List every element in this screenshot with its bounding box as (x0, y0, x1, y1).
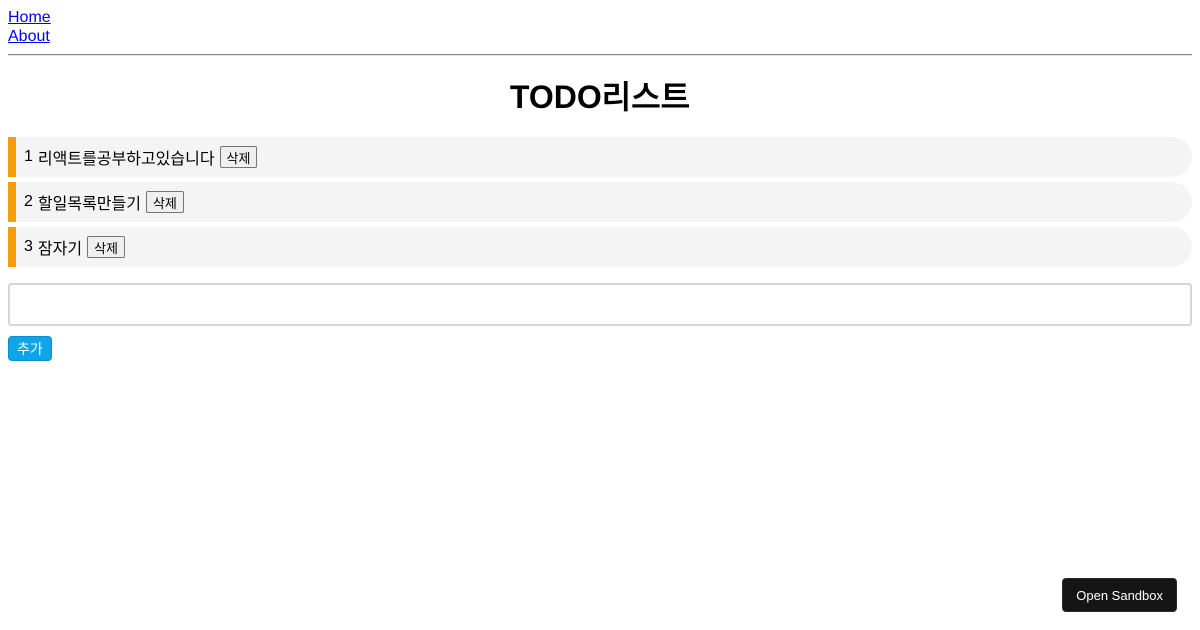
todo-text: 잠자기 (37, 241, 83, 258)
delete-todo-button[interactable]: 삭제 (87, 236, 125, 258)
todo-id: 3 (24, 238, 33, 255)
todo-id: 1 (24, 148, 33, 165)
open-sandbox-button[interactable]: Open Sandbox (1062, 578, 1177, 612)
delete-todo-button[interactable]: 삭제 (145, 191, 184, 213)
nav-link-about[interactable]: About (8, 27, 50, 46)
todo-text: 할일목록만들기 (37, 196, 141, 213)
top-nav: Home About (8, 8, 1192, 46)
page-title: TODO리스트 (509, 79, 691, 115)
todo-text: 리액트를공부하고있습니다 (37, 151, 215, 168)
nav-link-home[interactable]: Home (8, 8, 51, 27)
page: Home About TODO리스트 1 리액트를공부하고있습니다 삭제 2 할… (0, 0, 1200, 630)
add-todo-button[interactable]: 추가 (8, 336, 52, 361)
nav-divider (8, 54, 1192, 56)
todo-item: 2 할일목록만들기 삭제 (8, 182, 1192, 222)
new-todo-input[interactable] (8, 283, 1192, 326)
todo-item: 1 리액트를공부하고있습니다 삭제 (8, 137, 1192, 177)
todo-id: 2 (24, 193, 33, 210)
delete-todo-button[interactable]: 삭제 (219, 146, 258, 168)
todo-list: 1 리액트를공부하고있습니다 삭제 2 할일목록만들기 삭제 3 잠자기 삭제 (8, 137, 1192, 267)
todo-item: 3 잠자기 삭제 (8, 227, 1192, 267)
